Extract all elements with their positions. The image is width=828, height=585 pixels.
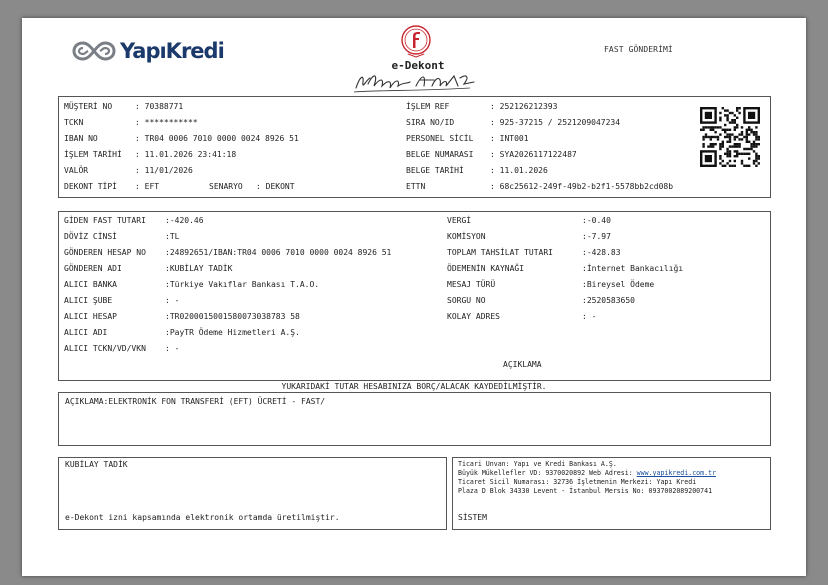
bank-registry: Ticaret Sicil Numarası: 32736 İşletmenin… xyxy=(458,478,697,486)
brand-name: YapıKredi xyxy=(120,39,225,63)
transfer-right-field-label: KOMİSYON xyxy=(447,232,486,241)
transfer-right-field-value: :Bireysel Ödeme xyxy=(582,280,655,289)
system-label: SİSTEM xyxy=(458,513,487,522)
bank-website-link[interactable]: www.yapikredi.com.tr xyxy=(637,469,716,477)
transfer-left-field-label: ALICI BANKA xyxy=(64,280,117,289)
transfer-right-field-value: : - xyxy=(582,312,597,321)
customer-footer-box: KUBİLAY TADİK e-Dekont izni kapsamında e… xyxy=(58,457,447,530)
transfer-left-field-value: :TL xyxy=(165,232,180,241)
bank-address: Plaza D Blok 34330 Levent - İstanbul Mer… xyxy=(458,487,713,495)
info-left-field-label: IBAN NO xyxy=(64,134,98,143)
info-left-field-value: : 11/01/2026 xyxy=(135,166,193,175)
info-right-field-value: : SYA2026117122487 xyxy=(490,150,577,159)
info-left-field-label: DEKONT TİPİ xyxy=(64,182,117,191)
bank-tax-web: Büyük Mükellefler VD: 9370020892 Web Adr… xyxy=(458,469,716,478)
signature-icon xyxy=(353,74,475,93)
info-left-field-value: : 70388771 xyxy=(135,102,184,111)
info-right-field-label: PERSONEL SİCİL xyxy=(406,134,474,143)
transfer-left-field-label: ALICI ADI xyxy=(64,328,108,337)
qr-code-icon xyxy=(700,107,760,167)
transfer-right-field-value: :2520583650 xyxy=(582,296,635,305)
info-left-field-value: : EFT xyxy=(135,182,160,191)
info-left-field-value: : *********** xyxy=(135,118,198,127)
senaryo-label: SENARYO xyxy=(209,182,243,191)
transfer-right-field-value: :İnternet Bankacılığı xyxy=(582,264,684,273)
transfer-left-field-label: DÖVİZ CİNSİ xyxy=(64,232,117,241)
transfer-left-field-label: GİDEN FAST TUTARI xyxy=(64,216,146,225)
description-text: AÇIKLAMA:ELEKTRONİK FON TRANSFERİ (EFT) … xyxy=(65,397,326,406)
info-right-field-value: : 68c25612-249f-49b2-b2f1-5578bb2cd08b xyxy=(490,182,674,191)
info-right-field-label: BELGE NUMARASI xyxy=(406,150,474,159)
transfer-left-field-value: :Türkiye Vakıflar Bankası T.A.O. xyxy=(165,280,320,289)
seal-icon xyxy=(401,25,431,58)
transfer-right-field-value: :-7.97 xyxy=(582,232,611,241)
transfer-left-field-label: GÖNDEREN HESAP NO xyxy=(64,248,146,257)
transfer-left-field-label: ALICI HESAP xyxy=(64,312,117,321)
transfer-right-field-label: VERGİ xyxy=(447,216,472,225)
info-right-field-value: : 252126212393 xyxy=(490,102,558,111)
senaryo-value: : DEKONT xyxy=(256,182,295,191)
transfer-left-field-value: : - xyxy=(165,344,180,353)
bank-trade-name: Ticari Unvan: Yapı ve Kredi Bankası A.Ş. xyxy=(458,460,617,468)
info-right-field-label: BELGE TARİHİ xyxy=(406,166,464,175)
receipt-page: YapıKredi e-Dekont FAST GÖNDERİMİ MÜŞTER… xyxy=(22,18,806,576)
bank-tax-text: Büyük Mükellefler VD: 9370020892 Web Adr… xyxy=(458,469,637,477)
transfer-right-field-label: TOPLAM TAHSİLAT TUTARI xyxy=(447,248,553,257)
info-right-field-label: İŞLEM REF xyxy=(406,102,450,111)
info-right-field-label: SIRA NO/ID xyxy=(406,118,455,127)
transfer-left-field-label: ALICI TCKN/VD/VKN xyxy=(64,344,146,353)
transfer-left-field-label: ALICI ŞUBE xyxy=(64,296,113,305)
info-left-field-value: : 11.01.2026 23:41:18 xyxy=(135,150,237,159)
description-box: AÇIKLAMA:ELEKTRONİK FON TRANSFERİ (EFT) … xyxy=(58,392,771,446)
transfer-left-field-value: :KUBİLAY TADİK xyxy=(165,264,233,273)
transfer-left-field-value: : - xyxy=(165,296,180,305)
transfer-details-box: GİDEN FAST TUTARI :-420.46 DÖVİZ CİNSİ :TL G… xyxy=(58,211,771,381)
debit-credit-notice: YUKARIDAKİ TUTAR HESABINIZA BORÇ/ALACAK … xyxy=(281,382,547,391)
info-right-field-label: ETTN xyxy=(406,182,426,191)
info-left-field-value: : TR04 0006 7010 0000 0024 8926 51 xyxy=(135,134,299,143)
transfer-right-field-label: SORGU NO xyxy=(447,296,486,305)
info-left-field-label: İŞLEM TARİHİ xyxy=(64,150,122,159)
info-right-field-value: : INT001 xyxy=(490,134,529,143)
transfer-left-field-value: :TR0200015001580073038783 58 xyxy=(165,312,300,321)
transfer-right-field-value: :-428.83 xyxy=(582,248,621,257)
info-right-field-value: : 925-37215 / 2521209047234 xyxy=(490,118,621,127)
customer-name: KUBİLAY TADİK xyxy=(65,460,128,469)
info-right-field-value: : 11.01.2026 xyxy=(490,166,548,175)
transfer-left-field-value: :PayTR Ödeme Hizmetleri A.Ş. xyxy=(165,328,300,337)
customer-info-box: MÜŞTERİ NO : 70388771 TCKN : *********** IBA… xyxy=(58,96,771,198)
transfer-left-field-value: :-420.46 xyxy=(165,216,204,225)
transfer-right-field-label: KOLAY ADRES xyxy=(447,312,500,321)
info-left-field-label: TCKN xyxy=(64,118,84,127)
transfer-left-field-label: GÖNDEREN ADI xyxy=(64,264,122,273)
yapikredi-logo: YapıKredi xyxy=(72,38,225,64)
logo-mark-icon xyxy=(72,41,116,61)
info-left-field-label: MÜŞTERİ NO xyxy=(64,102,113,111)
e-dekont-note: e-Dekont izni kapsamında elektronik orta… xyxy=(65,513,340,522)
info-left-field-label: VALÖR xyxy=(64,166,89,175)
transfer-left-field-value: :24892651/IBAN:TR04 0006 7010 0000 0024 … xyxy=(165,248,392,257)
transfer-right-field-label: ÖDEMENİN KAYNAĞI xyxy=(447,264,525,273)
transfer-right-field-label: MESAJ TÜRÜ xyxy=(447,280,496,289)
document-type: FAST GÖNDERİMİ xyxy=(604,45,673,54)
aciklama-title: AÇIKLAMA xyxy=(503,360,542,369)
transfer-right-field-value: :-0.40 xyxy=(582,216,611,225)
bank-info-box: Ticari Unvan: Yapı ve Kredi Bankası A.Ş.… xyxy=(452,457,771,530)
